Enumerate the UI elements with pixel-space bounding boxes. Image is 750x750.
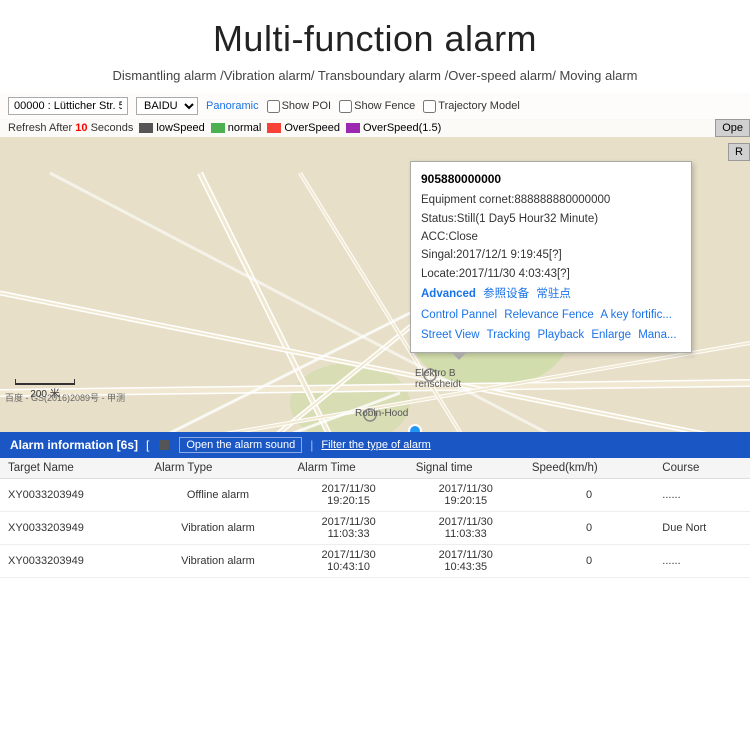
popup-playback-link[interactable]: Playback	[537, 329, 584, 341]
map-toolbar: BAIDU Panoramic Show POI Show Fence Traj…	[0, 93, 750, 120]
map-container: BAIDU Panoramic Show POI Show Fence Traj…	[0, 93, 750, 578]
place-elektro: Elektro Brenscheidt	[415, 368, 461, 390]
popup-enlarge-link[interactable]: Enlarge	[591, 329, 631, 341]
cell-alarm-time: 2017/11/3019:20:15	[290, 479, 408, 512]
col-target-name: Target Name	[0, 458, 146, 479]
cell-alarm-time: 2017/11/3010:43:10	[290, 545, 408, 578]
cell-target: XY0033203949	[0, 512, 146, 545]
over-speed-color	[267, 123, 281, 133]
cell-course: ......	[654, 545, 750, 578]
cell-signal-time: 2017/11/3011:03:33	[408, 512, 524, 545]
map-provider-select[interactable]: BAIDU	[136, 97, 198, 115]
open-button[interactable]: Ope	[715, 119, 750, 137]
header-section: Multi-function alarm Dismantling alarm /…	[0, 0, 750, 93]
table-row: XY0033203949 Vibration alarm 2017/11/301…	[0, 545, 750, 578]
popup-advanced-link[interactable]: Advanced	[421, 288, 476, 300]
alarm-table-header-row: Target Name Alarm Type Alarm Time Signal…	[0, 458, 750, 479]
alarm-header: Alarm information [6s] [ Open the alarm …	[0, 432, 750, 458]
popup-locate: Locate:2017/11/30 4:03:43[?]	[421, 265, 681, 283]
popup-relevance-link[interactable]: Relevance Fence	[504, 309, 594, 321]
popup-links-row2: Control Pannel Relevance Fence A key for…	[421, 306, 681, 324]
show-poi-checkbox-label[interactable]: Show POI	[267, 100, 332, 113]
popup-manage-link[interactable]: Mana...	[638, 329, 676, 341]
alarm-title: Alarm information [6s]	[10, 438, 138, 452]
alarm-filter-button[interactable]: Filter the type of alarm	[321, 439, 430, 451]
cell-course: Due Nort	[654, 512, 750, 545]
cell-target: XY0033203949	[0, 479, 146, 512]
refresh-label: Refresh After 10 Seconds	[8, 122, 133, 134]
popup-streetview-link[interactable]: Street View	[421, 329, 480, 341]
show-poi-checkbox[interactable]	[267, 100, 280, 113]
col-alarm-type: Alarm Type	[146, 458, 289, 479]
place-robinhood: Robin-Hood	[355, 408, 408, 419]
popup-tracking-link[interactable]: Tracking	[487, 329, 531, 341]
low-speed-badge: lowSpeed	[139, 122, 204, 134]
popup-signal: Singal:2017/12/1 9:19:45[?]	[421, 246, 681, 264]
cell-alarm-type: Vibration alarm	[146, 512, 289, 545]
trajectory-checkbox-label[interactable]: Trajectory Model	[423, 100, 520, 113]
low-speed-color	[139, 123, 153, 133]
alarm-section: Alarm information [6s] [ Open the alarm …	[0, 432, 750, 578]
popup-status: Status:Still(1 Day5 Hour32 Minute)	[421, 210, 681, 228]
cell-speed: 0	[524, 545, 654, 578]
page-title: Multi-function alarm	[20, 18, 730, 60]
cell-alarm-type: Offline alarm	[146, 479, 289, 512]
page-subtitle: Dismantling alarm /Vibration alarm/ Tran…	[20, 68, 730, 83]
map-copyright: 百度 - GS(2016)2089号 - 甲测	[0, 389, 130, 406]
popup-canzhao-link[interactable]: 参照设备	[483, 288, 529, 300]
cell-signal-time: 2017/11/3010:43:35	[408, 545, 524, 578]
map-toolbar2: Refresh After 10 Seconds lowSpeed normal…	[0, 119, 750, 137]
info-popup: 905880000000 Equipment cornet:8888888800…	[410, 161, 692, 353]
cell-target: XY0033203949	[0, 545, 146, 578]
col-course: Course	[654, 458, 750, 479]
over15-speed-badge: OverSpeed(1.5)	[346, 122, 441, 134]
popup-links-row3: Street View Tracking Playback Enlarge Ma…	[421, 326, 681, 344]
col-signal-time: Signal time	[408, 458, 524, 479]
popup-acc: ACC:Close	[421, 228, 681, 246]
table-row: XY0033203949 Vibration alarm 2017/11/301…	[0, 512, 750, 545]
alarm-checkbox-icon	[159, 440, 169, 450]
alarm-bracket-open: [	[146, 438, 149, 452]
normal-speed-color	[211, 123, 225, 133]
show-fence-checkbox-label[interactable]: Show Fence	[339, 100, 415, 113]
popup-device-id: 905880000000	[421, 170, 681, 189]
show-fence-checkbox[interactable]	[339, 100, 352, 113]
col-alarm-time: Alarm Time	[290, 458, 408, 479]
cell-alarm-type: Vibration alarm	[146, 545, 289, 578]
popup-changzhu-link[interactable]: 常驻点	[536, 288, 571, 300]
normal-speed-badge: normal	[211, 122, 262, 134]
popup-links-row1: Advanced 参照设备 常驻点	[421, 285, 681, 303]
cell-course: ......	[654, 479, 750, 512]
r-button[interactable]: R	[728, 143, 750, 161]
alarm-separator: |	[310, 438, 313, 452]
alarm-table: Target Name Alarm Type Alarm Time Signal…	[0, 458, 750, 578]
refresh-seconds: 10	[75, 122, 87, 134]
cell-alarm-time: 2017/11/3011:03:33	[290, 512, 408, 545]
popup-fortific-link[interactable]: A key fortific...	[600, 309, 672, 321]
popup-equipment: Equipment cornet:888888880000000	[421, 191, 681, 209]
over15-speed-color	[346, 123, 360, 133]
cell-signal-time: 2017/11/3019:20:15	[408, 479, 524, 512]
alarm-sound-button[interactable]: Open the alarm sound	[179, 437, 302, 453]
over-speed-badge: OverSpeed	[267, 122, 340, 134]
address-input[interactable]	[8, 97, 128, 115]
table-row: XY0033203949 Offline alarm 2017/11/3019:…	[0, 479, 750, 512]
popup-control-link[interactable]: Control Pannel	[421, 309, 497, 321]
panoramic-link[interactable]: Panoramic	[206, 100, 259, 112]
col-speed: Speed(km/h)	[524, 458, 654, 479]
cell-speed: 0	[524, 479, 654, 512]
cell-speed: 0	[524, 512, 654, 545]
trajectory-checkbox[interactable]	[423, 100, 436, 113]
